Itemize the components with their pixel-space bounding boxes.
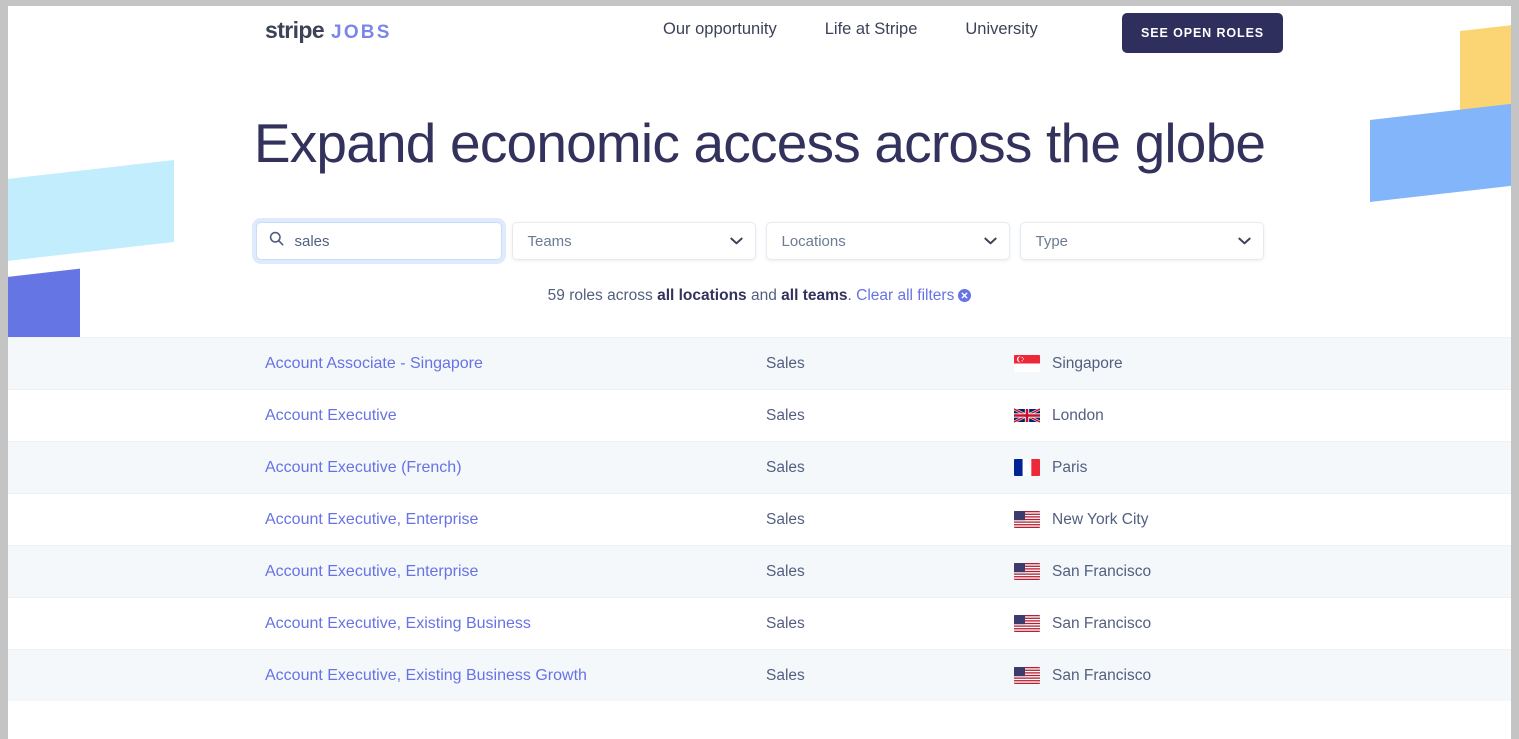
job-title-cell: Account Executive (French) (265, 459, 766, 477)
job-title-link[interactable]: Account Executive, Enterprise (265, 563, 478, 580)
results-period: . (847, 287, 857, 305)
job-title-cell: Account Associate - Singapore (265, 355, 766, 373)
job-title-link[interactable]: Account Executive, Enterprise (265, 511, 478, 528)
results-locations-label: all locations (657, 287, 747, 305)
browser-viewport: stripe JOBS Our opportunity Life at Stri… (8, 6, 1511, 739)
flag-us-icon (1014, 511, 1040, 529)
search-field[interactable] (255, 222, 502, 261)
job-title-cell: Account Executive, Enterprise (265, 563, 766, 581)
chevron-down-icon (983, 232, 997, 250)
table-row[interactable]: Account Executive, Existing Business Gro… (8, 649, 1511, 702)
search-input[interactable] (292, 231, 483, 251)
results-teams-label: all teams (781, 287, 848, 305)
job-team-cell: Sales (766, 458, 805, 476)
job-listings-table: Account Associate - Singapore Sales Sing… (8, 337, 1511, 702)
job-location-cell: New York City (1014, 511, 1511, 529)
job-title-link[interactable]: Account Executive, Existing Business (265, 615, 531, 632)
logo-stripe-wordmark: stripe (265, 17, 325, 43)
logo-jobs-wordmark: JOBS (331, 22, 392, 43)
stripe-jobs-logo[interactable]: stripe JOBS (265, 17, 392, 44)
nav-life-at-stripe[interactable]: Life at Stripe (825, 20, 918, 39)
clear-all-filters-link[interactable]: Clear all filters (856, 287, 954, 304)
see-open-roles-button[interactable]: SEE OPEN ROLES (1122, 13, 1284, 53)
job-location-label: Paris (1052, 458, 1088, 476)
job-location-label: London (1052, 406, 1104, 424)
filter-bar: Teams Locations Type (8, 222, 1511, 261)
table-row[interactable]: Account Executive, Existing Business Sal… (8, 597, 1511, 650)
nav-university[interactable]: University (965, 20, 1037, 39)
job-team-cell: Sales (766, 614, 805, 632)
table-row[interactable]: Account Executive, Enterprise Sales New … (8, 493, 1511, 546)
results-conjunction: and (746, 287, 782, 305)
job-title-cell: Account Executive, Existing Business Gro… (265, 667, 766, 685)
flag-gb-icon (1014, 408, 1040, 424)
type-filter-dropdown[interactable]: Type (1019, 222, 1264, 261)
job-team-cell: Sales (766, 562, 805, 580)
job-title-cell: Account Executive, Existing Business (265, 615, 766, 633)
chevron-down-icon (1237, 232, 1251, 250)
clear-circle-x-icon[interactable] (958, 289, 972, 307)
nav-our-opportunity[interactable]: Our opportunity (663, 20, 777, 39)
flag-us-icon (1014, 563, 1040, 581)
job-team-cell: Sales (766, 406, 805, 424)
job-location-cell: London (1014, 407, 1511, 425)
job-title-link[interactable]: Account Executive (French) (265, 459, 462, 476)
table-row[interactable]: Account Executive Sales London (8, 389, 1511, 442)
job-team-cell: Sales (766, 354, 805, 372)
job-location-cell: San Francisco (1014, 563, 1511, 581)
job-title-cell: Account Executive, Enterprise (265, 511, 766, 529)
job-location-cell: San Francisco (1014, 615, 1511, 633)
job-location-cell: Paris (1014, 459, 1511, 477)
locations-filter-label: Locations (781, 232, 846, 250)
job-team-cell: Sales (766, 666, 805, 684)
teams-filter-dropdown[interactable]: Teams (511, 222, 756, 261)
flag-us-icon (1014, 667, 1040, 685)
page-title: Expand economic access across the globe (253, 112, 1266, 174)
main-navigation: Our opportunity Life at Stripe Universit… (663, 20, 1038, 39)
job-location-label: San Francisco (1052, 614, 1152, 632)
flag-fr-icon (1014, 459, 1040, 477)
job-title-link[interactable]: Account Executive, Existing Business Gro… (265, 667, 587, 684)
job-location-label: Singapore (1052, 354, 1123, 372)
results-count-text: 59 roles across (547, 287, 658, 305)
job-title-link[interactable]: Account Executive (265, 407, 397, 424)
job-title-link[interactable]: Account Associate - Singapore (265, 355, 483, 372)
job-location-cell: San Francisco (1014, 667, 1511, 685)
hero-section: Expand economic access across the globe (8, 60, 1511, 175)
table-row[interactable]: Account Executive (French) Sales Paris (8, 441, 1511, 494)
job-team-cell: Sales (766, 510, 805, 528)
locations-filter-dropdown[interactable]: Locations (765, 222, 1010, 261)
job-location-label: San Francisco (1052, 562, 1152, 580)
job-location-label: San Francisco (1052, 666, 1152, 684)
search-icon (269, 231, 284, 251)
type-filter-label: Type (1035, 232, 1069, 250)
teams-filter-label: Teams (527, 232, 572, 250)
flag-us-icon (1014, 615, 1040, 633)
chevron-down-icon (729, 232, 743, 250)
flag-sg-icon (1014, 355, 1040, 373)
job-location-label: New York City (1052, 510, 1149, 528)
job-title-cell: Account Executive (265, 407, 766, 425)
job-location-cell: Singapore (1014, 355, 1511, 373)
site-header: stripe JOBS Our opportunity Life at Stri… (8, 6, 1511, 60)
table-row[interactable]: Account Associate - Singapore Sales Sing… (8, 337, 1511, 390)
results-summary: 59 roles across all locations and all te… (8, 287, 1511, 307)
table-row[interactable]: Account Executive, Enterprise Sales San … (8, 545, 1511, 598)
